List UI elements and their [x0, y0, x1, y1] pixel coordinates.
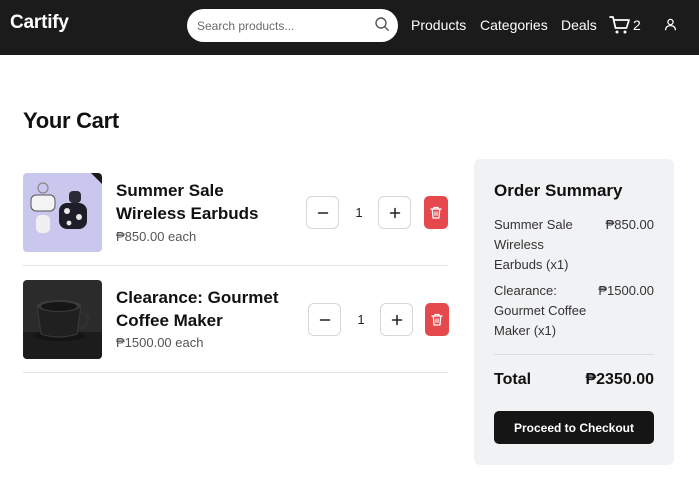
- product-name[interactable]: Clearance: Gourmet Coffee Maker: [116, 286, 291, 332]
- minus-icon: [317, 211, 328, 214]
- product-image-earbuds[interactable]: [23, 173, 102, 252]
- total-label: Total: [494, 371, 532, 388]
- nav-deals[interactable]: Deals: [561, 17, 597, 33]
- cart-icon[interactable]: [609, 15, 631, 35]
- checkout-button[interactable]: Proceed to Checkout: [494, 411, 654, 444]
- page-title: Your Cart: [23, 108, 119, 133]
- nav-categories[interactable]: Categories: [480, 17, 548, 33]
- search-icon[interactable]: [374, 16, 390, 32]
- summary-line-price: ₱850.00: [605, 217, 654, 232]
- quantity-value[interactable]: 1: [351, 312, 371, 327]
- logo[interactable]: Cartify: [10, 12, 69, 34]
- top-navbar: Cartify Products Categories Deals 2: [0, 0, 699, 55]
- cart-item: Clearance: Gourmet Coffee Maker ₱1500.00…: [23, 266, 449, 373]
- user-icon[interactable]: [664, 18, 677, 31]
- quantity-value[interactable]: 1: [349, 205, 369, 220]
- summary-line-price: ₱1500.00: [598, 283, 654, 298]
- search-box: [187, 9, 398, 42]
- minus-icon: [319, 318, 330, 321]
- trash-icon: [431, 313, 443, 326]
- nav-products[interactable]: Products: [411, 17, 466, 33]
- decrease-quantity-button[interactable]: [308, 303, 341, 336]
- cart-item: Summer Sale Wireless Earbuds ₱850.00 eac…: [23, 159, 448, 266]
- total-value: ₱2350.00: [585, 371, 654, 388]
- increase-quantity-button[interactable]: [380, 303, 413, 336]
- increase-quantity-button[interactable]: [378, 196, 411, 229]
- product-unit-price: ₱1500.00 each: [116, 335, 204, 350]
- order-summary-panel: Order Summary Summer Sale Wireless Earbu…: [474, 159, 674, 465]
- product-unit-price: ₱850.00 each: [116, 229, 197, 244]
- decrease-quantity-button[interactable]: [306, 196, 339, 229]
- trash-icon: [430, 206, 442, 219]
- remove-item-button[interactable]: [424, 196, 448, 229]
- order-summary-title: Order Summary: [494, 181, 623, 200]
- summary-divider: [494, 354, 654, 355]
- search-input[interactable]: [197, 15, 365, 36]
- cart-count-badge[interactable]: 2: [633, 17, 641, 33]
- summary-line-name: Summer Sale Wireless Earbuds (x1): [494, 217, 573, 272]
- product-name[interactable]: Summer Sale Wireless Earbuds: [116, 179, 291, 225]
- plus-icon: [389, 207, 400, 218]
- product-image-coffee-maker[interactable]: [23, 280, 102, 359]
- plus-icon: [391, 314, 402, 325]
- summary-line-name: Clearance: Gourmet Coffee Maker (x1): [494, 283, 587, 338]
- remove-item-button[interactable]: [425, 303, 449, 336]
